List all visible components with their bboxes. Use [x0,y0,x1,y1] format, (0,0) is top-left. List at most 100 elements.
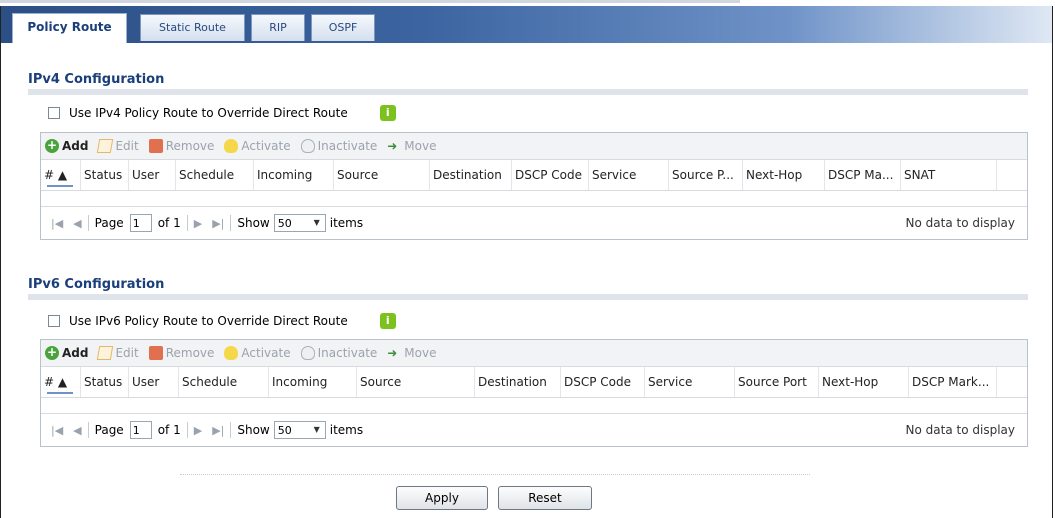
sort-indicator [47,185,73,187]
tab-ospf[interactable]: OSPF [311,14,375,41]
ipv4-toolbar: + Add Edit Remove Activate Inactivate ➜ Mo… [41,133,1027,160]
no-data-message: No data to display [905,216,1015,230]
info-icon[interactable]: i [379,105,396,121]
column-header-schedule[interactable]: Schedule [179,367,269,397]
page-label: Page [94,423,124,437]
ipv6-remove-button[interactable]: Remove [148,346,214,360]
page-label: Page [94,216,124,230]
ipv6-edit-button[interactable]: Edit [97,346,139,360]
column-header-user[interactable]: User [129,367,179,397]
ipv6-activate-button[interactable]: Activate [224,346,291,360]
ipv4-per-page-select[interactable]: 50 ▼ [273,214,326,232]
ipv6-page-input[interactable] [129,421,152,439]
column-header-source[interactable]: Source [334,160,430,190]
column-header-next-hop[interactable]: Next-Hop [819,367,909,397]
bulb-off-icon [300,139,315,153]
ipv4-pager: |◀ ◀ Page of 1 ▶ ▶| Show 50▼ items No da… [41,207,1027,239]
ipv4-policy-table: + Add Edit Remove Activate Inactivate ➜ Mo… [40,132,1028,240]
ipv6-override-label: Use IPv6 Policy Route to Override Direct… [69,314,348,328]
column-header-status[interactable]: Status [81,160,129,190]
info-icon[interactable]: i [379,313,396,329]
ipv6-override-checkbox[interactable] [48,315,60,327]
ipv4-override-label: Use IPv4 Policy Route to Override Direct… [69,106,348,120]
ipv6-table-body [41,398,1027,414]
column-header-dscp-code[interactable]: DSCP Code [512,160,589,190]
ipv6-section-title: IPv6 Configuration [28,277,165,292]
items-label: items [329,423,364,437]
column-header-source[interactable]: Source [357,367,475,397]
ipv6-toolbar: + Add Edit Remove Activate Inactivate ➜ Mo… [41,340,1027,367]
ipv6-move-button[interactable]: ➜ Move [387,346,436,360]
bulb-icon [224,346,239,360]
ipv4-edit-button[interactable]: Edit [97,139,139,153]
column-header-dscp-code[interactable]: DSCP Code [561,367,645,397]
column-header-dscp-mark[interactable]: DSCP Mark... [909,367,997,397]
add-icon: + [45,138,59,153]
chevron-down-icon: ▼ [313,218,320,227]
ipv4-override-row: Use IPv4 Policy Route to Override Direct… [48,105,396,121]
bulb-off-icon [300,346,315,360]
first-page-icon[interactable]: |◀ [51,424,63,437]
ipv4-section-rule [28,89,1028,95]
tab-static-route[interactable]: Static Route [140,14,245,41]
page-count: of 1 [157,423,181,437]
ipv6-header-row: # ▲ Status User Schedule Incoming Source… [41,367,1027,398]
ipv4-page-input[interactable] [129,214,152,232]
column-header-destination[interactable]: Destination [475,367,561,397]
column-header-destination[interactable]: Destination [430,160,512,190]
reset-button[interactable]: Reset [498,486,592,510]
column-header-service[interactable]: Service [589,160,669,190]
trash-icon [148,346,163,360]
column-header-source-port[interactable]: Source P... [669,160,743,190]
ipv4-table-body [41,191,1027,207]
last-page-icon[interactable]: ▶| [212,424,224,437]
column-header-next-hop[interactable]: Next-Hop [743,160,825,190]
prev-page-icon[interactable]: ◀ [73,424,81,437]
column-header-user[interactable]: User [129,160,176,190]
add-icon: + [45,345,59,360]
ipv4-add-button[interactable]: + Add [45,139,88,153]
ipv6-policy-table: + Add Edit Remove Activate Inactivate ➜ Mo… [40,339,1028,447]
column-header-incoming[interactable]: Incoming [269,367,357,397]
ipv6-inactivate-button[interactable]: Inactivate [300,346,377,360]
edit-icon [97,139,114,153]
ipv6-add-button[interactable]: + Add [45,346,88,360]
ipv4-remove-button[interactable]: Remove [148,139,214,153]
first-page-icon[interactable]: |◀ [51,217,63,230]
apply-button[interactable]: Apply [396,486,488,510]
divider [180,474,810,475]
chevron-down-icon: ▼ [313,425,320,434]
no-data-message: No data to display [905,423,1015,437]
ipv6-per-page-select[interactable]: 50 ▼ [273,421,326,439]
next-page-icon[interactable]: ▶ [194,424,202,437]
column-header-source-port[interactable]: Source Port [735,367,819,397]
tab-bar: Policy Route Static Route RIP OSPF [1,6,1052,43]
column-header-service[interactable]: Service [645,367,735,397]
column-header-incoming[interactable]: Incoming [254,160,334,190]
ipv6-section-rule [28,294,1028,300]
show-label: Show [237,423,270,437]
move-icon: ➜ [387,139,398,153]
column-header-dscp-mark[interactable]: DSCP Ma... [825,160,901,190]
column-header-snat[interactable]: SNAT [901,160,997,190]
show-label: Show [237,216,270,230]
tab-rip[interactable]: RIP [251,14,305,41]
ipv4-activate-button[interactable]: Activate [224,139,291,153]
page-count: of 1 [157,216,181,230]
ipv6-pager: |◀ ◀ Page of 1 ▶ ▶| Show 50▼ items No da… [41,414,1027,446]
column-header-schedule[interactable]: Schedule [176,160,254,190]
edit-icon [97,346,114,360]
ipv4-inactivate-button[interactable]: Inactivate [300,139,377,153]
sort-indicator [47,392,73,394]
move-icon: ➜ [387,346,398,360]
column-header-status[interactable]: Status [81,367,129,397]
tab-policy-route[interactable]: Policy Route [12,13,127,43]
trash-icon [148,139,163,153]
ipv4-move-button[interactable]: ➜ Move [387,139,436,153]
ipv4-header-row: # ▲ Status User Schedule Incoming Source… [41,160,1027,191]
prev-page-icon[interactable]: ◀ [73,217,81,230]
last-page-icon[interactable]: ▶| [212,217,224,230]
ipv4-section-title: IPv4 Configuration [28,72,165,87]
ipv4-override-checkbox[interactable] [48,107,60,119]
next-page-icon[interactable]: ▶ [194,217,202,230]
